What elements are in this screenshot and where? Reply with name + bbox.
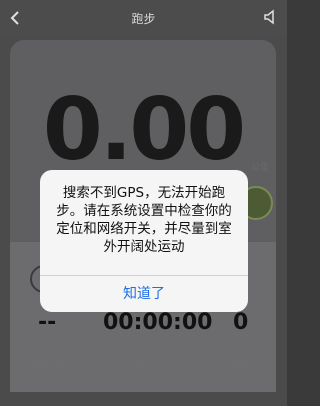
distance-unit: 公里 [250, 163, 269, 173]
gps-alert-dialog: 搜索不到GPS，无法开始跑步。请在系统设置中检查你的定位和网络开关，并尽量到室外… [40, 170, 248, 312]
nav-bar: 跑步 [0, 0, 287, 36]
confirm-button[interactable]: 知道了 [40, 276, 248, 312]
calories-label: 千卡 [231, 362, 247, 371]
pace-value: -- [38, 310, 57, 335]
pace-label: 分钟/公里 [30, 362, 65, 371]
run-screen: 跑步 0.00 公里 -- 00:00:00 0 分钟/公里 用时 千卡 搜索不… [0, 0, 287, 406]
duration-value: 00:00:00 [103, 310, 213, 335]
dialog-message: 搜索不到GPS，无法开始跑步。请在系统设置中检查你的定位和网络开关，并尽量到室外… [56, 185, 232, 255]
page-title: 跑步 [131, 12, 156, 26]
distance-value: 0.00 [42, 80, 246, 180]
duration-label: 用时 [135, 362, 151, 371]
speaker-icon[interactable] [263, 9, 279, 25]
calories-value: 0 [233, 310, 249, 335]
